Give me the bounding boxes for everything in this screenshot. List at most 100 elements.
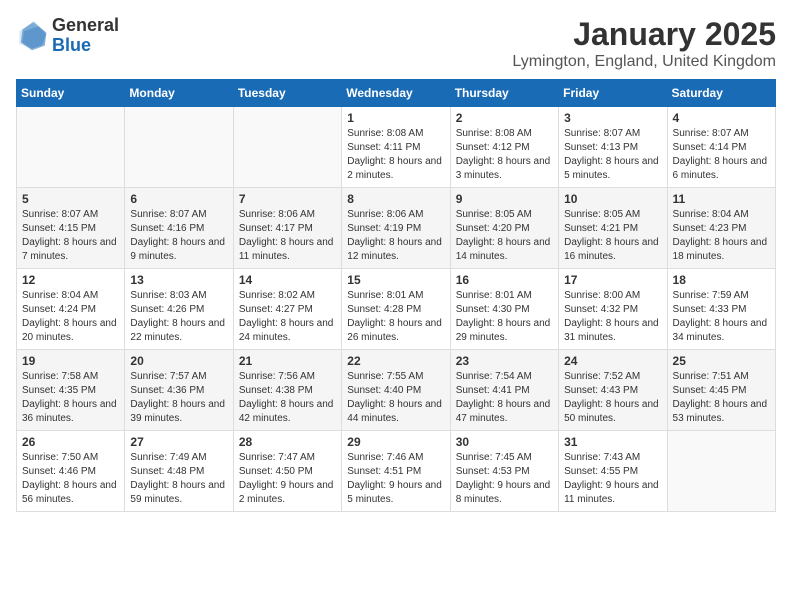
calendar-cell: 3 Sunrise: 8:07 AM Sunset: 4:13 PM Daylig… — [559, 107, 667, 188]
day-number: 13 — [130, 273, 227, 287]
day-info: Sunrise: 8:01 AM Sunset: 4:28 PM Dayligh… — [347, 289, 444, 345]
weekday-header: Sunday — [17, 80, 125, 107]
calendar-cell — [17, 107, 125, 188]
day-info: Sunrise: 8:06 AM Sunset: 4:17 PM Dayligh… — [239, 208, 336, 264]
calendar-cell: 27 Sunrise: 7:49 AM Sunset: 4:48 PM Dayli… — [125, 431, 233, 512]
calendar-cell: 24 Sunrise: 7:52 AM Sunset: 4:43 PM Dayli… — [559, 350, 667, 431]
logo-general: General — [52, 16, 119, 36]
day-info: Sunrise: 8:05 AM Sunset: 4:21 PM Dayligh… — [564, 208, 661, 264]
day-number: 9 — [456, 192, 553, 206]
title-block: January 2025 Lymington, England, United … — [512, 16, 776, 71]
calendar-week-row: 12 Sunrise: 8:04 AM Sunset: 4:24 PM Dayli… — [17, 269, 776, 350]
weekday-header: Tuesday — [233, 80, 341, 107]
calendar-cell: 20Sunrise: 7:57 AM Sunset: 4:36 PM Dayli… — [125, 350, 233, 431]
day-number: 17 — [564, 273, 661, 287]
calendar-cell: 17 Sunrise: 8:00 AM Sunset: 4:32 PM Dayli… — [559, 269, 667, 350]
day-info: Sunrise: 7:58 AM Sunset: 4:35 PM Dayligh… — [22, 370, 119, 426]
day-number: 27 — [130, 435, 227, 449]
day-number: 30 — [456, 435, 553, 449]
day-number: 31 — [564, 435, 661, 449]
calendar-cell: 7 Sunrise: 8:06 AM Sunset: 4:17 PM Daylig… — [233, 188, 341, 269]
day-number: 3 — [564, 111, 661, 125]
day-info: Sunrise: 7:56 AM Sunset: 4:38 PM Dayligh… — [239, 370, 336, 426]
day-number: 8 — [347, 192, 444, 206]
day-number: 1 — [347, 111, 444, 125]
logo-icon — [16, 20, 48, 52]
calendar-cell: 23Sunrise: 7:54 AM Sunset: 4:41 PM Dayli… — [450, 350, 558, 431]
day-info: Sunrise: 8:00 AM Sunset: 4:32 PM Dayligh… — [564, 289, 661, 345]
calendar-cell: 25Sunrise: 7:51 AM Sunset: 4:45 PM Dayli… — [667, 350, 775, 431]
day-number: 26 — [22, 435, 119, 449]
weekday-header-row: SundayMondayTuesdayWednesdayThursdayFrid… — [17, 80, 776, 107]
calendar-cell: 9Sunrise: 8:05 AM Sunset: 4:20 PM Daylig… — [450, 188, 558, 269]
calendar-cell: 15Sunrise: 8:01 AM Sunset: 4:28 PM Dayli… — [342, 269, 450, 350]
day-number: 5 — [22, 192, 119, 206]
day-number: 10 — [564, 192, 661, 206]
day-info: Sunrise: 7:50 AM Sunset: 4:46 PM Dayligh… — [22, 451, 119, 507]
day-info: Sunrise: 8:03 AM Sunset: 4:26 PM Dayligh… — [130, 289, 227, 345]
calendar-cell: 11 Sunrise: 8:04 AM Sunset: 4:23 PM Dayli… — [667, 188, 775, 269]
logo: General Blue — [16, 16, 119, 56]
calendar-cell: 28 Sunrise: 7:47 AM Sunset: 4:50 PM Dayli… — [233, 431, 341, 512]
day-number: 2 — [456, 111, 553, 125]
day-info: Sunrise: 8:01 AM Sunset: 4:30 PM Dayligh… — [456, 289, 553, 345]
day-number: 12 — [22, 273, 119, 287]
day-number: 24 — [564, 354, 661, 368]
day-info: Sunrise: 8:07 AM Sunset: 4:13 PM Dayligh… — [564, 127, 661, 183]
calendar-week-row: 26 Sunrise: 7:50 AM Sunset: 4:46 PM Dayli… — [17, 431, 776, 512]
day-number: 23 — [456, 354, 553, 368]
day-info: Sunrise: 7:45 AM Sunset: 4:53 PM Dayligh… — [456, 451, 553, 507]
calendar-cell: 8 Sunrise: 8:06 AM Sunset: 4:19 PM Daylig… — [342, 188, 450, 269]
day-info: Sunrise: 8:08 AM Sunset: 4:12 PM Dayligh… — [456, 127, 553, 183]
day-number: 29 — [347, 435, 444, 449]
day-info: Sunrise: 8:08 AM Sunset: 4:11 PM Dayligh… — [347, 127, 444, 183]
day-info: Sunrise: 8:02 AM Sunset: 4:27 PM Dayligh… — [239, 289, 336, 345]
calendar-cell: 12 Sunrise: 8:04 AM Sunset: 4:24 PM Dayli… — [17, 269, 125, 350]
day-info: Sunrise: 8:07 AM Sunset: 4:14 PM Dayligh… — [673, 127, 770, 183]
day-number: 21 — [239, 354, 336, 368]
weekday-header: Saturday — [667, 80, 775, 107]
calendar-week-row: 1 Sunrise: 8:08 AM Sunset: 4:11 PM Daylig… — [17, 107, 776, 188]
calendar-cell: 19Sunrise: 7:58 AM Sunset: 4:35 PM Dayli… — [17, 350, 125, 431]
calendar-cell: 31 Sunrise: 7:43 AM Sunset: 4:55 PM Dayli… — [559, 431, 667, 512]
calendar-cell — [125, 107, 233, 188]
calendar: SundayMondayTuesdayWednesdayThursdayFrid… — [16, 79, 776, 512]
weekday-header: Monday — [125, 80, 233, 107]
day-info: Sunrise: 8:04 AM Sunset: 4:24 PM Dayligh… — [22, 289, 119, 345]
day-info: Sunrise: 8:07 AM Sunset: 4:16 PM Dayligh… — [130, 208, 227, 264]
day-info: Sunrise: 7:55 AM Sunset: 4:40 PM Dayligh… — [347, 370, 444, 426]
calendar-week-row: 5 Sunrise: 8:07 AM Sunset: 4:15 PM Daylig… — [17, 188, 776, 269]
day-number: 28 — [239, 435, 336, 449]
calendar-cell: 16 Sunrise: 8:01 AM Sunset: 4:30 PM Dayli… — [450, 269, 558, 350]
calendar-cell: 1 Sunrise: 8:08 AM Sunset: 4:11 PM Daylig… — [342, 107, 450, 188]
day-number: 14 — [239, 273, 336, 287]
day-info: Sunrise: 8:04 AM Sunset: 4:23 PM Dayligh… — [673, 208, 770, 264]
calendar-cell: 30 Sunrise: 7:45 AM Sunset: 4:53 PM Dayli… — [450, 431, 558, 512]
day-number: 11 — [673, 192, 770, 206]
logo-text: General Blue — [52, 16, 119, 56]
calendar-cell: 4Sunrise: 8:07 AM Sunset: 4:14 PM Daylig… — [667, 107, 775, 188]
calendar-cell: 13 Sunrise: 8:03 AM Sunset: 4:26 PM Dayli… — [125, 269, 233, 350]
day-number: 7 — [239, 192, 336, 206]
day-info: Sunrise: 7:47 AM Sunset: 4:50 PM Dayligh… — [239, 451, 336, 507]
weekday-header: Friday — [559, 80, 667, 107]
month-title: January 2025 — [512, 16, 776, 53]
calendar-cell: 29 Sunrise: 7:46 AM Sunset: 4:51 PM Dayli… — [342, 431, 450, 512]
calendar-cell: 6Sunrise: 8:07 AM Sunset: 4:16 PM Daylig… — [125, 188, 233, 269]
day-info: Sunrise: 8:07 AM Sunset: 4:15 PM Dayligh… — [22, 208, 119, 264]
calendar-cell: 26 Sunrise: 7:50 AM Sunset: 4:46 PM Dayli… — [17, 431, 125, 512]
day-info: Sunrise: 7:43 AM Sunset: 4:55 PM Dayligh… — [564, 451, 661, 507]
day-info: Sunrise: 7:49 AM Sunset: 4:48 PM Dayligh… — [130, 451, 227, 507]
day-number: 20 — [130, 354, 227, 368]
day-info: Sunrise: 8:06 AM Sunset: 4:19 PM Dayligh… — [347, 208, 444, 264]
day-info: Sunrise: 7:52 AM Sunset: 4:43 PM Dayligh… — [564, 370, 661, 426]
day-number: 22 — [347, 354, 444, 368]
day-info: Sunrise: 7:51 AM Sunset: 4:45 PM Dayligh… — [673, 370, 770, 426]
weekday-header: Wednesday — [342, 80, 450, 107]
location: Lymington, England, United Kingdom — [512, 53, 776, 71]
weekday-header: Thursday — [450, 80, 558, 107]
day-info: Sunrise: 7:46 AM Sunset: 4:51 PM Dayligh… — [347, 451, 444, 507]
calendar-week-row: 19Sunrise: 7:58 AM Sunset: 4:35 PM Dayli… — [17, 350, 776, 431]
day-number: 16 — [456, 273, 553, 287]
day-number: 18 — [673, 273, 770, 287]
